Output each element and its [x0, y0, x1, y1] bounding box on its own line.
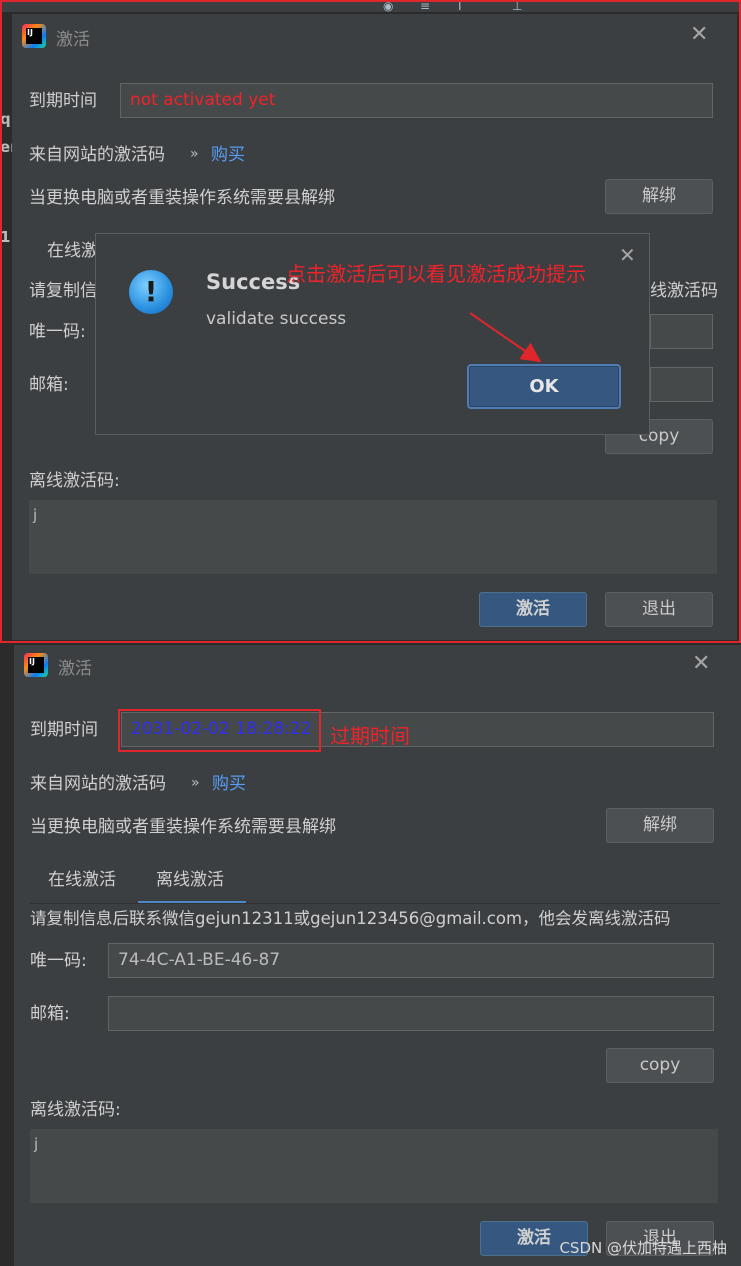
copy-info-text-right: 线激活码 [650, 281, 718, 301]
unbind-button[interactable]: 解绑 [606, 808, 714, 843]
unbind-description: 当更换电脑或者重装操作系统需要县解绑 [30, 817, 336, 837]
activate-button[interactable]: 激活 [479, 592, 587, 627]
ide-background-toolbar: ◉ ≡ I ⊥ [0, 0, 741, 12]
list-icon: ≡ [420, 0, 431, 13]
person-icon: ⊥ [512, 0, 523, 13]
offline-code-label: 离线激活码: [29, 471, 120, 491]
offline-code-label: 离线激活码: [30, 1100, 121, 1120]
annotation-expire-hint: 过期时间 [330, 724, 410, 748]
website-code-label: 来自网站的激活码 [29, 145, 165, 165]
left-edge-text-3: 1 [0, 228, 11, 246]
copy-button[interactable]: copy [606, 1048, 714, 1083]
cursor-icon: I [458, 0, 462, 13]
expire-label: 到期时间 [29, 91, 97, 111]
unbind-description: 当更换电脑或者重装操作系统需要县解绑 [29, 188, 335, 208]
tab-online[interactable]: 在线激 [47, 240, 98, 262]
left-edge-text-1: q [0, 110, 11, 128]
expire-field[interactable]: not activated yet [120, 83, 713, 118]
copy-info-text: 请复制信 [29, 281, 97, 301]
chevron-right-icon: » [190, 146, 199, 162]
watermark: CSDN @伏加特遇上西柚 [559, 1239, 727, 1257]
tab-online-activation[interactable]: 在线激活 [48, 869, 116, 891]
expire-label: 到期时间 [30, 720, 98, 740]
id-field[interactable]: 74-4C-A1-BE-46-87 [108, 943, 714, 978]
ok-button[interactable]: OK [467, 364, 621, 409]
info-exclamation-icon: ! [129, 270, 173, 314]
email-label: 邮箱: [30, 1004, 70, 1024]
website-code-label: 来自网站的激活码 [30, 774, 166, 794]
close-icon[interactable]: ✕ [690, 24, 708, 46]
dialog-title: 激活 [56, 30, 90, 50]
id-label: 唯一码: [30, 951, 87, 971]
chevron-right-icon: » [191, 775, 200, 791]
buy-link[interactable]: 购买 [212, 773, 246, 795]
tabs-divider [30, 903, 720, 904]
close-icon[interactable]: ✕ [692, 653, 710, 675]
email-label: 邮箱: [29, 375, 69, 395]
offline-code-textarea[interactable]: j [30, 1129, 718, 1203]
dialog-title: 激活 [58, 659, 92, 679]
id-label: 唯一码: [29, 322, 86, 342]
offline-code-textarea[interactable]: j [29, 500, 717, 574]
popup-close-icon[interactable]: ✕ [619, 244, 636, 266]
buy-link[interactable]: 购买 [211, 144, 245, 166]
unbind-button[interactable]: 解绑 [605, 179, 713, 214]
exit-button[interactable]: 退出 [605, 592, 713, 627]
email-field[interactable] [108, 996, 714, 1031]
annotation-success-hint: 点击激活后可以看见激活成功提示 [286, 262, 586, 286]
intellij-logo-icon: IJ [24, 653, 48, 677]
intellij-logo-icon: IJ [22, 24, 46, 48]
popup-message: validate success [206, 309, 347, 329]
globe-icon: ◉ [383, 0, 394, 13]
email-field[interactable] [650, 367, 713, 402]
id-field[interactable] [650, 314, 713, 349]
highlight-box-expire [118, 709, 321, 752]
tab-offline-activation[interactable]: 离线激活 [156, 869, 224, 891]
copy-info-text: 请复制信息后联系微信gejun12311或gejun123456@gmail.c… [30, 909, 671, 928]
